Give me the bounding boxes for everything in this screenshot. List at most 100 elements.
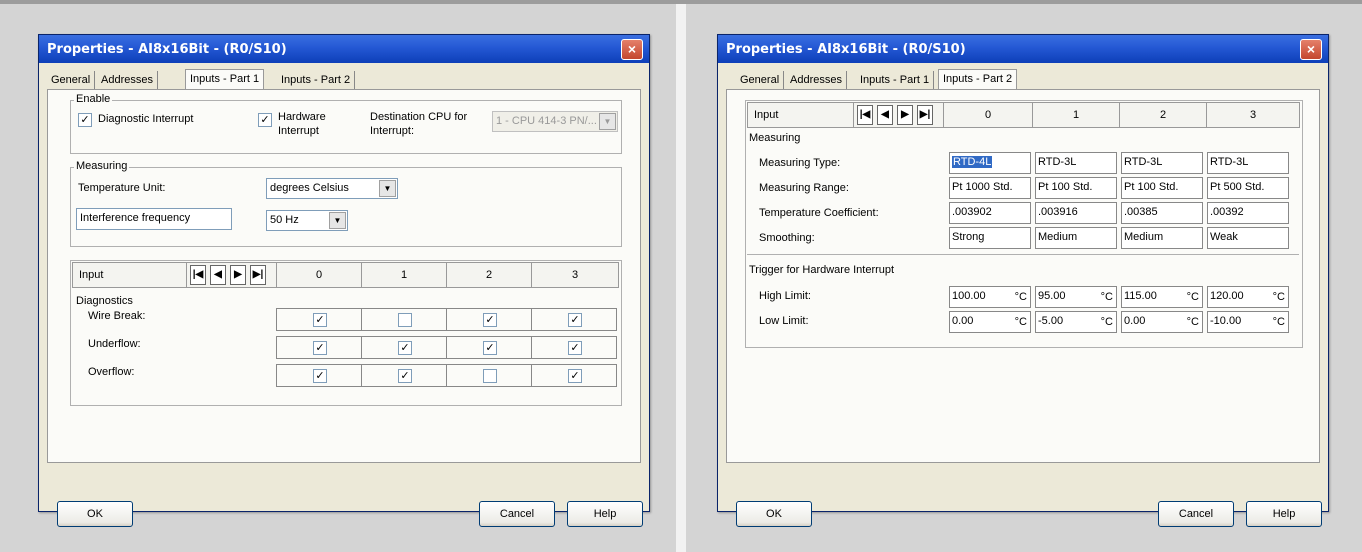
unit-label: °C xyxy=(1272,316,1285,328)
smoothing-value: Medium xyxy=(1124,231,1164,243)
properties-dialog-part2: Properties - AI8x16Bit - (R0/S10) × Gene… xyxy=(717,34,1329,527)
destination-cpu-dropdown[interactable]: 1 - CPU 414-3 PN/... ▼ xyxy=(492,111,618,132)
smoothing-label: Smoothing: xyxy=(759,232,815,244)
chevron-down-icon[interactable]: ▼ xyxy=(379,180,396,197)
interference-frequency-field: Interference frequency xyxy=(76,208,232,230)
smoothing-3[interactable]: Weak xyxy=(1207,227,1289,249)
smoothing-0[interactable]: Strong xyxy=(949,227,1031,249)
tab-inputs-part1[interactable]: Inputs - Part 1 xyxy=(856,71,935,89)
destination-cpu-label-2: Interrupt: xyxy=(370,125,415,137)
smoothing-1[interactable]: Medium xyxy=(1035,227,1117,249)
temperature-coefficient-3[interactable]: .00392 xyxy=(1207,202,1289,224)
smoothing-2[interactable]: Medium xyxy=(1121,227,1203,249)
help-button[interactable]: Help xyxy=(567,501,643,527)
tab-general[interactable]: General xyxy=(736,71,785,89)
section-divider xyxy=(747,254,1299,255)
underflow-checkbox-1[interactable]: ✓ xyxy=(398,341,412,355)
unit-label: °C xyxy=(1014,291,1027,303)
high-limit-2[interactable]: 115.00 °C xyxy=(1121,286,1203,308)
measuring-type-0[interactable]: RTD-4L xyxy=(949,152,1031,174)
low-limit-3[interactable]: -10.00 °C xyxy=(1207,311,1289,333)
high-limit-1[interactable]: 95.00 °C xyxy=(1035,286,1117,308)
underflow-checkbox-0[interactable]: ✓ xyxy=(313,341,327,355)
first-icon[interactable]: |◀ xyxy=(190,265,206,285)
hardware-interrupt-checkbox[interactable]: ✓ xyxy=(258,113,272,127)
low-limit-value: 0.00 xyxy=(1124,315,1146,327)
low-limit-0[interactable]: 0.00 °C xyxy=(949,311,1031,333)
high-limit-0[interactable]: 100.00 °C xyxy=(949,286,1031,308)
unit-label: °C xyxy=(1100,291,1113,303)
low-limit-value: -10.00 xyxy=(1210,315,1242,327)
tab-inputs-part2[interactable]: Inputs - Part 2 xyxy=(277,71,356,89)
wire-break-cell-0: ✓ xyxy=(276,308,362,331)
tab-addresses[interactable]: Addresses xyxy=(786,71,847,89)
underflow-cell-3: ✓ xyxy=(531,336,617,359)
underflow-label: Underflow: xyxy=(88,338,141,350)
measuring-range-3[interactable]: Pt 500 Std. xyxy=(1207,177,1289,199)
overflow-cell-3: ✓ xyxy=(531,364,617,387)
temperature-coefficient-value: .00392 xyxy=(1210,206,1244,218)
underflow-checkbox-2[interactable]: ✓ xyxy=(483,341,497,355)
input-header: Input xyxy=(747,102,855,128)
measuring-type-value: RTD-4L xyxy=(952,156,993,168)
help-button[interactable]: Help xyxy=(1246,501,1322,527)
underflow-checkbox-3[interactable]: ✓ xyxy=(568,341,582,355)
destination-cpu-label-1: Destination CPU for xyxy=(370,111,468,123)
wire-break-checkbox-3[interactable]: ✓ xyxy=(568,313,582,327)
tab-addresses[interactable]: Addresses xyxy=(97,71,158,89)
temperature-coefficient-2[interactable]: .00385 xyxy=(1121,202,1203,224)
tab-inputs-part2[interactable]: Inputs - Part 2 xyxy=(938,69,1018,90)
overflow-checkbox-1[interactable]: ✓ xyxy=(398,369,412,383)
high-limit-value: 95.00 xyxy=(1038,290,1066,302)
underflow-cell-0: ✓ xyxy=(276,336,362,359)
overflow-cell-2 xyxy=(446,364,532,387)
high-limit-value: 115.00 xyxy=(1124,290,1157,302)
overflow-checkbox-0[interactable]: ✓ xyxy=(313,369,327,383)
low-limit-1[interactable]: -5.00 °C xyxy=(1035,311,1117,333)
close-icon[interactable]: × xyxy=(621,39,643,60)
input-label: Input xyxy=(754,109,779,121)
title-bar[interactable]: Properties - AI8x16Bit - (R0/S10) × xyxy=(718,35,1328,63)
next-icon[interactable]: ▶ xyxy=(230,265,246,285)
cancel-button[interactable]: Cancel xyxy=(479,501,555,527)
cancel-button[interactable]: Cancel xyxy=(1158,501,1234,527)
close-icon[interactable]: × xyxy=(1300,39,1322,60)
measuring-range-1[interactable]: Pt 100 Std. xyxy=(1035,177,1117,199)
measuring-type-2[interactable]: RTD-3L xyxy=(1121,152,1203,174)
tab-inputs-part1[interactable]: Inputs - Part 1 xyxy=(185,69,265,90)
measuring-type-1[interactable]: RTD-3L xyxy=(1035,152,1117,174)
interference-frequency-dropdown[interactable]: 50 Hz ▼ xyxy=(266,210,348,231)
previous-icon[interactable]: ◀ xyxy=(210,265,226,285)
temperature-coefficient-0[interactable]: .003902 xyxy=(949,202,1031,224)
wire-break-checkbox-2[interactable]: ✓ xyxy=(483,313,497,327)
last-icon[interactable]: ▶| xyxy=(250,265,266,285)
temperature-unit-dropdown[interactable]: degrees Celsius ▼ xyxy=(266,178,398,199)
temperature-coefficient-1[interactable]: .003916 xyxy=(1035,202,1117,224)
last-icon[interactable]: ▶| xyxy=(917,105,933,125)
tab-general[interactable]: General xyxy=(47,71,96,89)
ok-button[interactable]: OK xyxy=(736,501,812,527)
first-icon[interactable]: |◀ xyxy=(857,105,873,125)
overflow-checkbox-3[interactable]: ✓ xyxy=(568,369,582,383)
measuring-range-2[interactable]: Pt 100 Std. xyxy=(1121,177,1203,199)
title-bar[interactable]: Properties - AI8x16Bit - (R0/S10) × xyxy=(39,35,649,63)
diagnostic-interrupt-checkbox[interactable]: ✓ xyxy=(78,113,92,127)
measuring-range-0[interactable]: Pt 1000 Std. xyxy=(949,177,1031,199)
measuring-type-value: RTD-3L xyxy=(1124,156,1163,168)
previous-icon[interactable]: ◀ xyxy=(877,105,893,125)
chevron-down-icon[interactable]: ▼ xyxy=(329,212,346,229)
overflow-cell-1: ✓ xyxy=(361,364,447,387)
wire-break-label: Wire Break: xyxy=(88,310,146,322)
low-limit-2[interactable]: 0.00 °C xyxy=(1121,311,1203,333)
ok-button[interactable]: OK xyxy=(57,501,133,527)
wire-break-checkbox-1[interactable] xyxy=(398,313,412,327)
measuring-type-label: Measuring Type: xyxy=(759,157,841,169)
overflow-checkbox-2[interactable] xyxy=(483,369,497,383)
wire-break-checkbox-0[interactable]: ✓ xyxy=(313,313,327,327)
next-icon[interactable]: ▶ xyxy=(897,105,913,125)
high-limit-3[interactable]: 120.00 °C xyxy=(1207,286,1289,308)
measuring-type-3[interactable]: RTD-3L xyxy=(1207,152,1289,174)
column-header-0: 0 xyxy=(943,102,1033,128)
high-limit-label: High Limit: xyxy=(759,290,811,302)
chevron-down-icon[interactable]: ▼ xyxy=(599,113,616,130)
